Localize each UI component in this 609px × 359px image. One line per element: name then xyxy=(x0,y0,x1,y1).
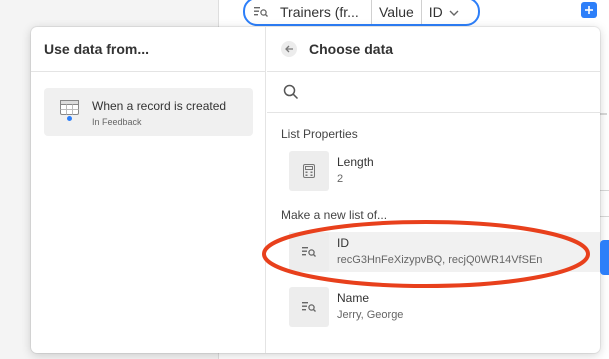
token-table-name: Trainers (fr... xyxy=(280,3,359,20)
back-button[interactable] xyxy=(281,41,297,57)
calculator-icon xyxy=(289,151,329,191)
divider xyxy=(31,71,266,72)
token-type-select[interactable]: ID xyxy=(420,0,466,24)
background-chevron-fragment xyxy=(600,113,607,115)
trigger-subtitle: In Feedback xyxy=(92,117,142,127)
choose-data-pane: Choose data List Properties Length 2 Mak… xyxy=(267,27,600,353)
background-line-fragment xyxy=(600,216,609,217)
length-value: 2 xyxy=(337,173,344,185)
field-item-id[interactable]: ID recG3HnFeXizypvBQ, recjQ0WR14VfSEn xyxy=(289,232,600,272)
search-input[interactable] xyxy=(307,80,587,104)
list-properties-label: List Properties xyxy=(281,127,358,141)
trigger-title: When a record is created xyxy=(92,99,227,113)
arrow-left-icon xyxy=(284,45,293,53)
divider xyxy=(267,112,600,113)
add-button[interactable] xyxy=(581,2,597,18)
trigger-source-card[interactable]: When a record is created In Feedback xyxy=(44,88,253,136)
plus-icon xyxy=(585,6,593,14)
field-value: Jerry, George xyxy=(337,309,404,321)
source-pane: Use data from... When a record is create… xyxy=(31,27,266,353)
formula-token-pill[interactable]: Trainers (fr... Value ID xyxy=(243,0,480,26)
length-title: Length xyxy=(337,155,374,169)
search-icon xyxy=(283,84,299,105)
chevron-down-icon xyxy=(449,4,459,20)
token-type-value: ID xyxy=(428,3,443,20)
background-button-fragment xyxy=(600,240,609,275)
make-list-label: Make a new list of... xyxy=(281,208,388,222)
token-field-label: Value xyxy=(371,0,421,24)
data-picker-popup: Use data from... When a record is create… xyxy=(31,27,600,353)
source-pane-title: Use data from... xyxy=(44,41,150,57)
length-property-item[interactable]: Length 2 xyxy=(289,151,600,191)
background-line-fragment xyxy=(600,190,609,191)
field-value: recG3HnFeXizypvBQ, recjQ0WR14VfSEn xyxy=(337,254,543,266)
list-lookup-icon xyxy=(289,232,329,272)
field-title: ID xyxy=(337,236,349,250)
choose-data-title: Choose data xyxy=(309,41,394,57)
list-lookup-icon xyxy=(249,6,273,18)
search-row xyxy=(267,72,600,112)
list-lookup-icon xyxy=(289,287,329,327)
table-trigger-icon xyxy=(60,100,80,127)
field-title: Name xyxy=(337,291,370,305)
field-item-name[interactable]: Name Jerry, George xyxy=(289,287,600,327)
